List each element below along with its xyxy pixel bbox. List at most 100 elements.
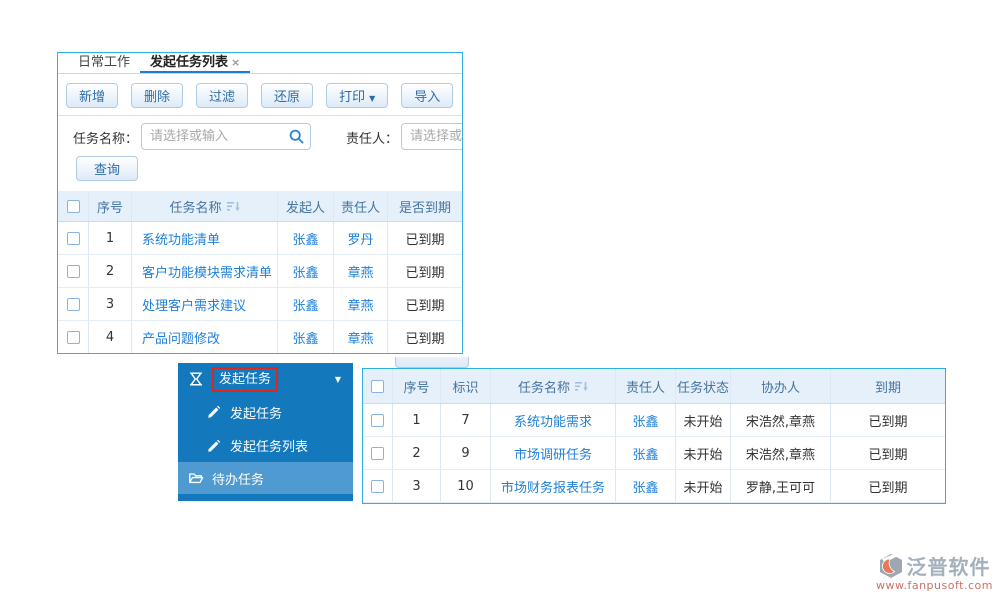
row-checkbox[interactable]	[66, 264, 80, 278]
cell-num: 4	[89, 321, 132, 353]
select-all-checkbox[interactable]	[371, 379, 384, 393]
filter-row: 任务名称： 责任人：	[58, 123, 462, 151]
close-tab-icon[interactable]: ×	[231, 56, 240, 69]
column-header-owner: 责任人	[334, 191, 388, 221]
row-checkbox[interactable]	[66, 330, 80, 344]
row-checkbox[interactable]	[371, 446, 384, 460]
sidebar-item-label: 发起任务列表	[230, 440, 309, 455]
owner-link[interactable]: 张鑫	[632, 444, 658, 463]
fanpu-watermark: 泛普软件 www.fanpusoft.com	[876, 551, 993, 592]
table-row[interactable]: 1 系统功能清单 张鑫 罗丹 已到期	[58, 222, 462, 255]
table-row[interactable]: 3 处理客户需求建议 张鑫 章燕 已到期	[58, 288, 462, 321]
cell-due: 已到期	[405, 265, 445, 281]
owner-input[interactable]	[401, 123, 462, 150]
column-header-id: 标识	[441, 369, 491, 403]
row-checkbox[interactable]	[66, 297, 80, 311]
restore-button[interactable]: 还原	[261, 82, 314, 108]
print-button[interactable]: 打印 ▼	[326, 82, 389, 108]
column-header-num: 序号	[393, 369, 441, 403]
query-button[interactable]: 查询	[76, 156, 138, 181]
task-name-link[interactable]: 系统功能清单	[142, 229, 220, 248]
owner-link[interactable]: 张鑫	[632, 411, 658, 430]
column-header-label: 任务名称	[517, 380, 570, 396]
cell-num: 1	[89, 222, 132, 254]
brand-url: www.fanpusoft.com	[876, 579, 993, 592]
cell-num: 3	[89, 288, 132, 320]
initiator-link[interactable]: 张鑫	[292, 328, 318, 347]
sidebar-item-label: 待办任务	[212, 472, 265, 488]
cell-num: 2	[393, 437, 441, 469]
owner-link[interactable]: 章燕	[347, 262, 373, 281]
sidebar-item-initiated-task-list[interactable]: 发起任务列表	[178, 429, 353, 462]
pencil-icon	[208, 405, 221, 418]
row-checkbox[interactable]	[66, 231, 80, 245]
cell-collaborator: 宋浩然,章燕	[731, 404, 831, 436]
column-header-label: 任务名称	[169, 200, 222, 216]
sidebar-item-label: 发起任务	[230, 406, 283, 422]
cell-num: 2	[89, 255, 132, 287]
sidebar-group-label: 发起任务	[219, 371, 272, 387]
row-checkbox[interactable]	[371, 479, 384, 493]
task-name-link[interactable]: 产品问题修改	[142, 328, 220, 347]
import-button[interactable]: 导入	[401, 82, 454, 108]
chevron-down-icon[interactable]: ▼	[335, 375, 341, 384]
print-label: 打印	[339, 89, 366, 105]
hourglass-icon	[189, 372, 203, 386]
row-checkbox[interactable]	[371, 413, 384, 427]
table-header-row: 序号 标识 任务名称 责任人 任务状态 协办人 到期	[363, 369, 945, 404]
tab-daily-work[interactable]: 日常工作	[68, 53, 140, 73]
fanpu-logo-icon	[880, 553, 903, 578]
initiator-link[interactable]: 张鑫	[292, 262, 318, 281]
cell-id: 9	[441, 437, 491, 469]
brand-name: 泛普软件	[906, 555, 991, 579]
tab-label: 发起任务列表	[150, 55, 229, 70]
table-row[interactable]: 4 产品问题修改 张鑫 章燕 已到期	[58, 321, 462, 353]
tab-bar: 日常工作 发起任务列表 ×	[58, 53, 462, 74]
task-name-input[interactable]	[141, 123, 311, 150]
task-menu-sidebar: 发起任务 ▼ 发起任务 发起任务列表 待办任务	[178, 363, 353, 501]
add-button[interactable]: 新增	[66, 82, 119, 108]
task-list-panel: 日常工作 发起任务列表× 新增 删除 过滤 还原 打印▼ 导入 导出 查看 任务…	[57, 52, 463, 354]
toolbar: 新增 删除 过滤 还原 打印▼ 导入 导出 查看	[58, 75, 462, 116]
task-name-link[interactable]: 处理客户需求建议	[142, 295, 246, 314]
table-row[interactable]: 3 10 市场财务报表任务 张鑫 未开始 罗静,王可可 已到期	[363, 470, 945, 503]
annotation-red-box: 发起任务	[212, 366, 279, 392]
table-row[interactable]: 2 9 市场调研任务 张鑫 未开始 宋浩然,章燕 已到期	[363, 437, 945, 470]
owner-link[interactable]: 章燕	[347, 295, 373, 314]
initiator-link[interactable]: 张鑫	[292, 229, 318, 248]
sort-icon[interactable]	[226, 201, 240, 212]
task-name-label: 任务名称：	[73, 132, 139, 147]
filter-button[interactable]: 过滤	[196, 82, 249, 108]
cell-collaborator: 罗静,王可可	[731, 470, 831, 502]
table-row[interactable]: 2 客户功能模块需求清单 张鑫 章燕 已到期	[58, 255, 462, 288]
task-name-link[interactable]: 市场调研任务	[514, 444, 592, 463]
sidebar-group-initiate-task[interactable]: 发起任务 ▼	[178, 363, 353, 395]
task-name-link[interactable]: 客户功能模块需求清单	[142, 262, 272, 281]
sidebar-item-initiate-task[interactable]: 发起任务	[178, 395, 353, 429]
owner-label: 责任人：	[346, 132, 399, 147]
column-header-due: 是否到期	[398, 200, 451, 216]
owner-link[interactable]: 罗丹	[347, 229, 373, 248]
column-header-task-name[interactable]: 任务名称	[132, 191, 278, 221]
column-header-owner: 责任人	[616, 369, 676, 403]
search-icon[interactable]	[289, 129, 304, 144]
select-all-checkbox[interactable]	[66, 199, 80, 213]
initiator-link[interactable]: 张鑫	[292, 295, 318, 314]
cell-due: 已到期	[868, 480, 908, 496]
tab-initiated-task-list[interactable]: 发起任务列表 ×	[140, 53, 251, 73]
cell-num: 1	[393, 404, 441, 436]
task-name-link[interactable]: 系统功能需求	[514, 411, 592, 430]
sidebar-item-todo-task[interactable]: 待办任务	[178, 462, 353, 494]
table-row[interactable]: 1 7 系统功能需求 张鑫 未开始 宋浩然,章燕 已到期	[363, 404, 945, 437]
owner-link[interactable]: 张鑫	[632, 477, 658, 496]
task-name-link[interactable]: 市场财务报表任务	[501, 477, 605, 496]
owner-link[interactable]: 章燕	[347, 328, 373, 347]
dropdown-caret-icon: ▼	[369, 93, 376, 103]
column-header-task-name[interactable]: 任务名称	[491, 369, 616, 403]
column-header-initiator: 发起人	[278, 191, 334, 221]
delete-button[interactable]: 删除	[131, 82, 184, 108]
initiated-task-table: 序号 任务名称 发起人 责任人 是否到期 1 系统功能清单 张鑫 罗丹 已到期	[58, 191, 462, 353]
pencil-icon	[208, 439, 221, 452]
sort-icon[interactable]	[575, 381, 588, 392]
partial-button[interactable]	[395, 357, 469, 368]
